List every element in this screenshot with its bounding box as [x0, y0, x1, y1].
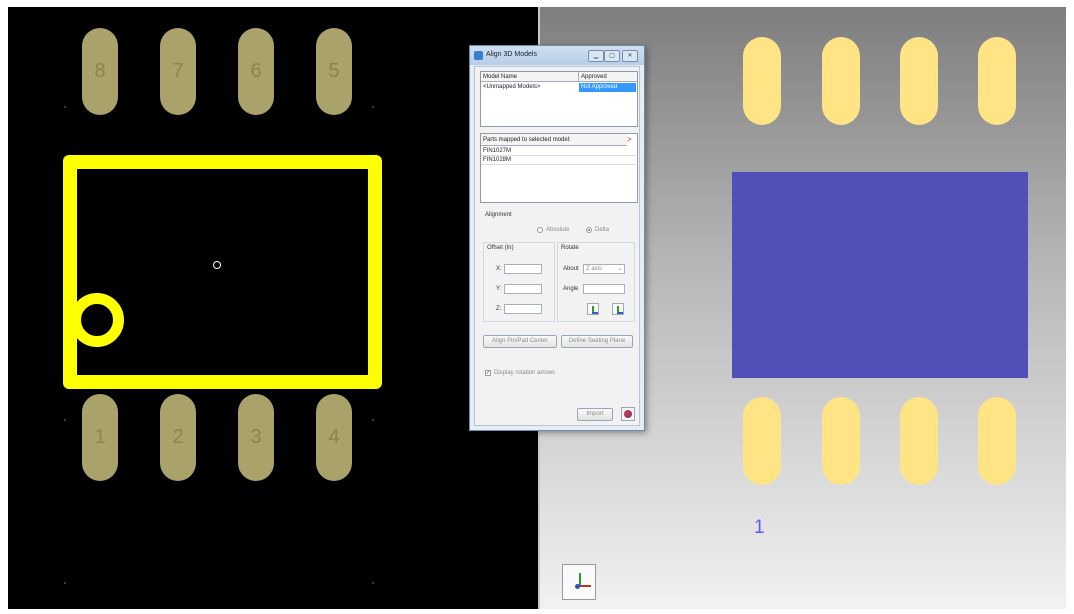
maximize-button[interactable]: ▢ — [604, 50, 620, 62]
help-icon-glyph — [624, 410, 632, 418]
lead-1 — [743, 397, 781, 485]
absolute-label: Absolute — [546, 227, 570, 233]
lead-6 — [900, 37, 938, 125]
part-item[interactable]: FIN1027M — [481, 147, 635, 156]
dialog-title: Align 3D Models — [486, 51, 537, 58]
angle-label: Angle — [563, 286, 579, 292]
offset-y-field[interactable] — [504, 284, 542, 294]
pad-7[interactable]: 7 — [160, 28, 196, 115]
silkscreen-outline — [63, 155, 382, 389]
pad-1[interactable]: 1 — [82, 394, 118, 481]
rotate-ccw-icon[interactable] — [587, 303, 599, 315]
y-label: Y: — [496, 286, 502, 292]
pad-6[interactable]: 6 — [238, 28, 274, 115]
x-label: X: — [496, 266, 502, 272]
pin1-label: 1 — [754, 517, 765, 538]
lead-3 — [900, 397, 938, 485]
x-axis-arrow — [580, 585, 591, 587]
alignment-title: Alignment — [485, 212, 512, 218]
close-button[interactable]: ✕ — [622, 50, 638, 62]
offset-x-field[interactable] — [504, 264, 542, 274]
delta-radio[interactable] — [586, 227, 592, 233]
display-rotation-arrows-checkbox[interactable]: ✓ — [485, 370, 491, 376]
lead-4 — [978, 397, 1016, 485]
dialog-client: Model Name Approved <Unmapped Models> No… — [474, 66, 640, 426]
footprint-2d-view[interactable]: 8 7 6 5 1 2 3 4 — [8, 7, 540, 609]
pad-5[interactable]: 5 — [316, 28, 352, 115]
define-seating-plane-button[interactable]: Define Seating Plane — [561, 335, 633, 348]
model-name-cell[interactable]: <Unmapped Models> — [481, 83, 579, 92]
rotate-cw-icon[interactable] — [612, 303, 624, 315]
align-pin-pad-center-button[interactable]: Align Pin/Pad Center — [483, 335, 557, 348]
angle-field[interactable] — [583, 284, 625, 294]
approved-cell[interactable]: Not Approved — [579, 83, 636, 92]
offset-z-field[interactable] — [504, 304, 542, 314]
grid-dot — [64, 419, 66, 421]
display-rotation-arrows-label: Display rotation arrows — [494, 370, 556, 376]
part-item[interactable]: FIN1028M — [481, 156, 635, 165]
pad-2[interactable]: 2 — [160, 394, 196, 481]
minimize-button[interactable]: ▁ — [588, 50, 604, 62]
grid-dot — [372, 419, 374, 421]
rotate-title: Rotate — [561, 245, 579, 251]
parts-mapped-list[interactable]: Parts mapped to selected model: > FIN102… — [480, 133, 638, 203]
axis-gizmo-icon[interactable] — [562, 564, 596, 600]
about-axis-select[interactable]: Z axis ⌄ — [583, 264, 625, 274]
lead-5 — [978, 37, 1016, 125]
absolute-radio[interactable] — [537, 227, 543, 233]
column-model-name[interactable]: Model Name — [481, 72, 579, 82]
about-label: About — [563, 266, 579, 272]
z-axis-dot — [575, 584, 580, 589]
grid-dot — [64, 582, 66, 584]
pad-4[interactable]: 4 — [316, 394, 352, 481]
grid-dot — [372, 106, 374, 108]
pad-8[interactable]: 8 — [82, 28, 118, 115]
lead-7 — [822, 37, 860, 125]
package-body — [732, 172, 1028, 378]
offset-title: Offset (In) — [487, 245, 514, 251]
align-3d-models-dialog: Align 3D Models ▁ ▢ ✕ Model Name Approve… — [469, 45, 645, 431]
grid-dot — [64, 106, 66, 108]
pin1-marker — [70, 293, 124, 347]
help-icon[interactable] — [621, 407, 635, 421]
z-label: Z: — [496, 306, 502, 312]
pad-3[interactable]: 3 — [238, 394, 274, 481]
grid-dot — [372, 582, 374, 584]
collapse-icon[interactable]: > — [627, 135, 632, 144]
delta-label: Delta — [595, 227, 610, 233]
parts-mapped-header: Parts mapped to selected model: — [481, 134, 627, 146]
import-button[interactable]: Import — [577, 408, 613, 421]
app-icon — [474, 51, 483, 60]
chevron-down-icon: ⌄ — [616, 266, 622, 272]
column-approved[interactable]: Approved — [579, 72, 637, 82]
lead-8 — [743, 37, 781, 125]
lead-2 — [822, 397, 860, 485]
origin-marker — [213, 261, 221, 269]
about-axis-value: Z axis — [586, 266, 603, 272]
dialog-titlebar[interactable]: Align 3D Models ▁ ▢ ✕ — [470, 46, 644, 65]
models-table[interactable]: Model Name Approved <Unmapped Models> No… — [480, 71, 638, 127]
